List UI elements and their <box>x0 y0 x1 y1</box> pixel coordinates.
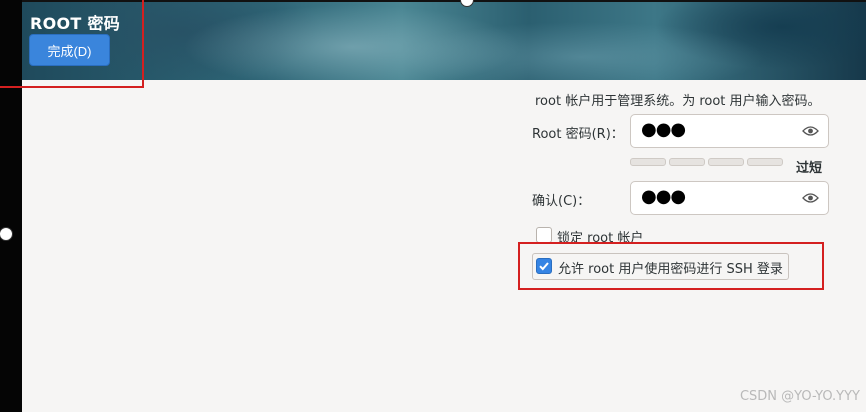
eye-icon[interactable] <box>802 192 819 204</box>
password-input[interactable]: ●●● <box>630 114 829 148</box>
header-banner <box>22 2 866 80</box>
eye-icon[interactable] <box>802 125 819 137</box>
strength-segment <box>669 158 705 166</box>
annotation-box-done <box>0 0 144 88</box>
check-icon <box>539 262 549 271</box>
password-label: Root 密码(R)： <box>532 127 624 142</box>
allow-ssh-checkbox[interactable] <box>536 258 552 274</box>
strength-segment <box>630 158 666 166</box>
allow-ssh-label: 允许 root 用户使用密码进行 SSH 登录 <box>558 262 783 277</box>
annotation-line <box>0 86 24 88</box>
confirm-value: ●●● <box>641 186 686 207</box>
strength-segment <box>708 158 744 166</box>
watermark: CSDN @YO-YO.YYY <box>739 389 860 404</box>
strength-segment <box>747 158 783 166</box>
confirm-input[interactable]: ●●● <box>630 181 829 215</box>
lock-root-checkbox[interactable] <box>536 227 552 243</box>
password-value: ●●● <box>641 119 686 140</box>
confirm-label: 确认(C)： <box>532 194 591 209</box>
password-strength-meter <box>630 158 783 166</box>
root-description: root 帐户用于管理系统。为 root 用户输入密码。 <box>535 94 821 109</box>
strength-label: 过短 <box>796 161 823 176</box>
